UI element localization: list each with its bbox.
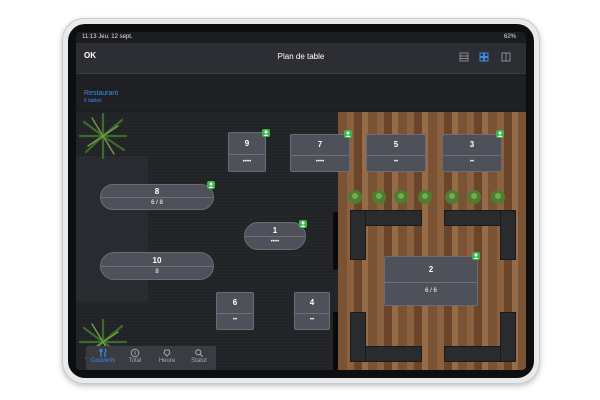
planter-row-icon — [348, 190, 505, 204]
app-screen: 11:13 Jeu. 12 sept. 62% OK Plan de table — [76, 32, 526, 370]
table-divider — [443, 155, 501, 156]
table-3[interactable]: 3 •• — [442, 134, 502, 172]
table-number: 9 — [244, 139, 250, 148]
table-divider — [217, 313, 253, 314]
table-divider — [367, 155, 425, 156]
divider-wall-lower — [333, 312, 338, 370]
tab-heure-label: Heure — [158, 358, 176, 364]
table-guests: •• — [393, 159, 399, 165]
sofa-bottom-left-side — [350, 312, 366, 362]
tab-restaurant-count: 6 tables — [84, 98, 102, 104]
sofa-bottom-right-side — [500, 312, 516, 362]
occupied-icon — [472, 252, 480, 260]
section-tabs-bar: Restaurant 6 tables — [76, 74, 526, 118]
tab-statut[interactable]: Statut — [184, 348, 214, 364]
table-10[interactable]: 10 8 — [100, 252, 214, 280]
table-divider — [385, 282, 477, 283]
table-guests: •• — [469, 159, 475, 165]
sofa-top-left-side — [350, 210, 366, 260]
table-guests: •••• — [242, 159, 252, 165]
table-guests: •••• — [270, 239, 280, 245]
table-number: 6 — [232, 298, 238, 307]
table-divider — [229, 154, 265, 155]
table-9[interactable]: 9 •••• — [228, 132, 266, 172]
split-view-icon[interactable] — [501, 52, 511, 62]
table-number: 10 — [152, 256, 162, 265]
table-guests: •• — [232, 317, 238, 323]
occupied-icon — [496, 130, 504, 138]
table-guests: 6 / 8 — [151, 200, 163, 206]
navigation-bar: OK Plan de table — [76, 43, 526, 74]
table-number: 4 — [309, 298, 315, 307]
table-divider — [245, 236, 305, 237]
tab-couverts[interactable]: Couverts — [88, 348, 118, 364]
table-guests: •• — [309, 317, 315, 323]
occupied-icon — [344, 130, 352, 138]
list-view-icon[interactable] — [459, 52, 469, 62]
floor-plan-view-icon[interactable] — [479, 52, 489, 62]
floor-shadow — [76, 156, 148, 302]
table-7[interactable]: 7 •••• — [290, 134, 350, 172]
table-divider — [291, 155, 349, 156]
tab-heure[interactable]: Heure — [152, 348, 182, 364]
battery-level: 62% — [503, 34, 516, 40]
table-2[interactable]: 2 6 / 6 — [384, 256, 478, 306]
status-time: 11:13 Jeu. 12 sept. — [82, 34, 133, 40]
tablet-device: 11:13 Jeu. 12 sept. 62% OK Plan de table — [62, 18, 540, 384]
table-number: 3 — [469, 140, 475, 149]
table-5[interactable]: 5 •• — [366, 134, 426, 172]
table-divider — [295, 313, 329, 314]
table-number: 8 — [154, 187, 160, 196]
occupied-icon — [262, 129, 270, 137]
table-1[interactable]: 1 •••• — [244, 222, 306, 250]
plant-icon — [78, 112, 128, 160]
sofa-top-right-side — [500, 210, 516, 260]
table-number: 7 — [317, 140, 323, 149]
table-divider — [101, 266, 213, 267]
tab-total-label: Total — [128, 358, 142, 364]
cutlery-icon — [99, 348, 107, 357]
table-guests: •••• — [315, 159, 325, 165]
clock-icon — [163, 349, 171, 357]
coin-icon — [130, 348, 140, 358]
table-4[interactable]: 4 •• — [294, 292, 330, 330]
divider-wall — [333, 212, 338, 270]
table-guests: 6 / 6 — [425, 288, 437, 294]
tab-statut-label: Statut — [191, 358, 207, 364]
table-6[interactable]: 6 •• — [216, 292, 254, 330]
occupied-icon — [207, 181, 215, 189]
bottom-tab-bar: Couverts Total Heure Statut — [86, 346, 216, 370]
table-divider — [101, 197, 213, 198]
table-number: 2 — [428, 265, 434, 274]
floor-plan: 9 •••• 7 •••• 5 •• 3 •• 8 6 / 8 1 •••• 1… — [76, 112, 526, 370]
tab-total[interactable]: Total — [120, 348, 150, 364]
table-8[interactable]: 8 6 / 8 — [100, 184, 214, 210]
search-icon — [195, 349, 203, 357]
occupied-icon — [299, 220, 307, 228]
table-guests: 8 — [155, 269, 159, 275]
tab-couverts-label: Couverts — [90, 358, 115, 364]
table-number: 5 — [393, 140, 399, 149]
tab-restaurant[interactable]: Restaurant 6 tables — [78, 90, 132, 118]
tab-restaurant-label: Restaurant — [84, 90, 119, 97]
status-bar: 11:13 Jeu. 12 sept. 62% — [76, 32, 526, 43]
table-number: 1 — [272, 226, 278, 235]
